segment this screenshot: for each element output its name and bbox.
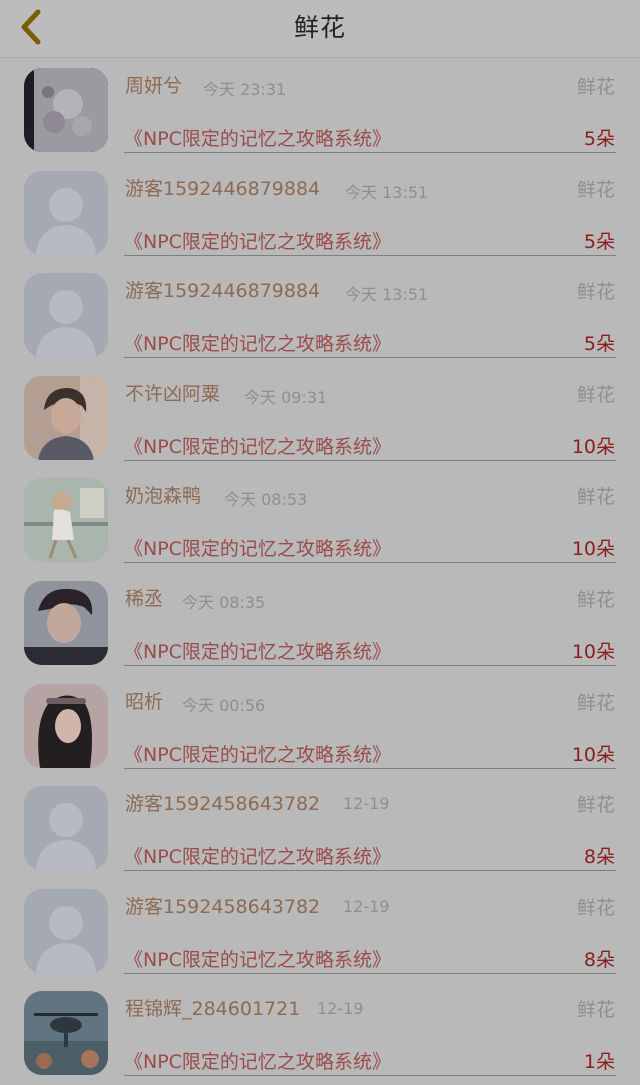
sender-name[interactable]: 程锦辉_284601721 [125,994,300,1021]
book-title-link[interactable]: 《NPC限定的记忆之攻略系统》 [124,227,391,254]
list-item[interactable]: 游客1592446879884 今天 13:51 鲜花《NPC限定的记忆之攻略系统》… [0,161,640,264]
list-item[interactable]: 昭析 今天 00:56 鲜花《NPC限定的记忆之攻略系统》 10朵 [0,674,640,777]
gift-type-label: 鲜花 [576,281,615,304]
book-title-link[interactable]: 《NPC限定的记忆之攻略系统》 [124,534,391,561]
list-item[interactable]: 周妍兮 今天 23:31 鲜花《NPC限定的记忆之攻略系统》 5朵 [0,58,640,161]
book-title-link[interactable]: 《NPC限定的记忆之攻略系统》 [124,740,391,767]
timestamp: 今天 09:31 [244,387,328,407]
book-title-link[interactable]: 《NPC限定的记忆之攻略系统》 [124,637,391,664]
avatar[interactable] [24,375,108,460]
gift-type-label: 鲜花 [576,486,615,509]
gift-type-label: 鲜花 [576,383,615,406]
timestamp: 今天 08:53 [224,490,308,510]
list-item[interactable]: 稀丞 今天 08:35 鲜花《NPC限定的记忆之攻略系统》 10朵 [0,571,640,674]
book-title-link[interactable]: 《NPC限定的记忆之攻略系统》 [124,432,391,459]
gift-type-label: 鲜花 [576,999,615,1022]
avatar[interactable] [24,786,108,871]
divider [124,152,616,153]
divider [124,870,616,872]
divider [124,767,616,769]
avatar[interactable] [24,68,108,152]
gift-count: 5朵 [583,230,615,253]
book-title-link[interactable]: 《NPC限定的记忆之攻略系统》 [124,329,391,356]
sender-name[interactable]: 游客1592458643782 [125,892,320,919]
gift-count: 5朵 [583,333,615,356]
sender-name[interactable]: 昭析 [125,687,163,714]
gift-type-label: 鲜花 [576,178,615,201]
book-title-link[interactable]: 《NPC限定的记忆之攻略系统》 [124,1047,391,1074]
nav-bar: 鲜花 [0,0,640,58]
divider [124,459,616,461]
divider [124,357,616,359]
gift-type-label: 鲜花 [576,896,615,919]
timestamp: 今天 08:35 [182,592,266,612]
avatar[interactable] [24,991,108,1076]
gift-count: 5朵 [583,128,615,150]
list-item[interactable]: 程锦辉_284601721 12-19 鲜花《NPC限定的记忆之攻略系统》 1朵 [0,981,640,1084]
page-title: 鲜花 [293,13,346,42]
book-title-link[interactable]: 《NPC限定的记忆之攻略系统》 [124,945,391,972]
avatar[interactable] [24,478,108,563]
gift-type-label: 鲜花 [576,588,615,611]
avatar[interactable] [24,170,108,255]
avatar[interactable] [24,580,108,665]
list-item[interactable]: 游客1592446879884 今天 13:51 鲜花《NPC限定的记忆之攻略系统》… [0,263,640,366]
list-item[interactable]: 游客1592458643782 12-19 鲜花《NPC限定的记忆之攻略系统》 8朵 [0,776,640,879]
gift-count: 1朵 [583,1051,615,1074]
gift-count: 10朵 [571,435,615,458]
avatar[interactable] [24,683,108,768]
divider [124,254,616,256]
avatar[interactable] [24,273,108,358]
list-item[interactable]: 游客1592458643782 12-19 鲜花《NPC限定的记忆之攻略系统》 8朵 [0,879,640,982]
sender-name[interactable]: 稀丞 [125,584,163,611]
divider [124,664,616,666]
book-title-link[interactable]: 《NPC限定的记忆之攻略系统》 [124,842,391,869]
gift-type-label: 鲜花 [576,76,615,98]
gift-count: 10朵 [571,640,615,663]
timestamp: 12-19 [343,896,390,916]
timestamp: 12-19 [317,999,364,1019]
divider [124,562,616,564]
gift-type-label: 鲜花 [576,794,615,817]
list-item[interactable]: 不许凶阿粟 今天 09:31 鲜花《NPC限定的记忆之攻略系统》 10朵 [0,366,640,469]
avatar[interactable] [24,888,108,973]
gift-count: 8朵 [583,948,615,971]
gift-type-label: 鲜花 [576,691,615,714]
gift-count: 10朵 [571,743,615,766]
sender-name[interactable]: 不许凶阿粟 [125,379,220,406]
timestamp: 今天 13:51 [345,182,429,202]
sender-name[interactable]: 游客1592458643782 [125,789,320,816]
timestamp: 今天 13:51 [345,285,429,305]
divider [124,972,616,974]
sender-name[interactable]: 周妍兮 [125,71,182,98]
sender-name[interactable]: 游客1592446879884 [125,276,320,303]
divider [124,1075,616,1077]
gift-list[interactable]: 周妍兮 今天 23:31 鲜花 《NPC限定的记忆之攻略系统》 5朵 游客15924468… [0,58,640,1084]
sender-name[interactable]: 奶泡森鸭 [125,481,201,508]
gift-count: 8朵 [583,846,615,869]
timestamp: 12-19 [343,794,390,814]
timestamp: 今天 00:56 [182,695,266,715]
sender-name[interactable]: 游客1592446879884 [125,174,320,201]
gift-count: 10朵 [571,538,615,561]
timestamp: 今天 23:31 [203,80,287,99]
gift-records-screen: 鲜花 周妍兮 今天 23:31 鲜花 《NPC限定的记忆之攻略系统》 5朵 游客15924… [0,0,640,1085]
list-item[interactable]: 奶泡森鸭 今天 08:53 鲜花《NPC限定的记忆之攻略系统》 10朵 [0,468,640,571]
book-title-link[interactable]: 《NPC限定的记忆之攻略系统》 [124,124,391,151]
